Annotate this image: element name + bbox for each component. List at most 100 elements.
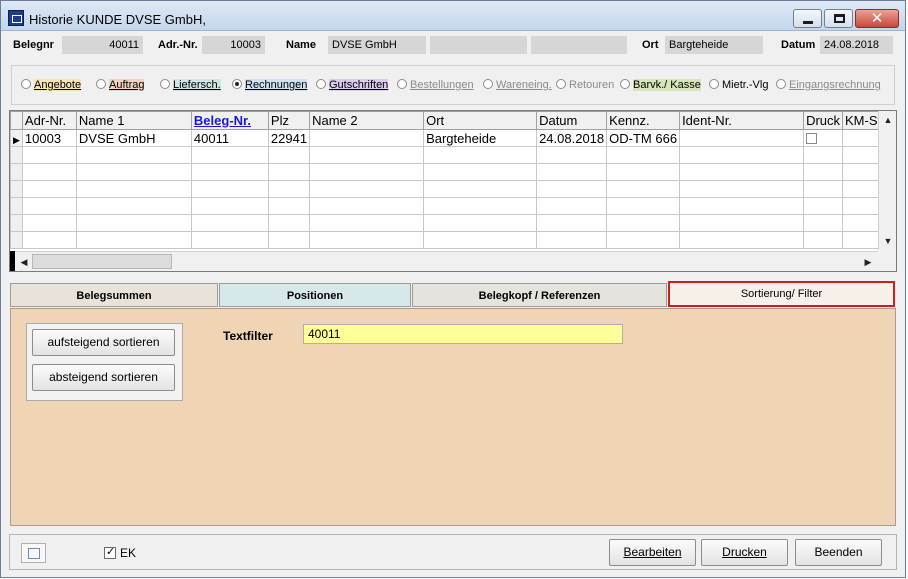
- ort-label: Ort: [642, 39, 659, 51]
- col-header-ort[interactable]: Ort: [423, 111, 538, 130]
- adrnr-label: Adr.-Nr.: [158, 39, 198, 51]
- cell-adrnr[interactable]: 10003: [21, 129, 77, 147]
- table-header-row: Adr-Nr. Name 1 Beleg-Nr. Plz Name 2 Ort …: [10, 111, 892, 130]
- tab-positionen[interactable]: Positionen: [219, 283, 411, 307]
- ort-field[interactable]: Bargteheide: [665, 36, 763, 54]
- cell-druck[interactable]: [803, 129, 844, 147]
- radio-rechnungen-dot: [232, 79, 242, 89]
- history-window: Historie KUNDE DVSE GmbH, ✕ Belegnr 4001…: [0, 0, 906, 578]
- name-label: Name: [286, 39, 316, 51]
- table-row-empty: [10, 231, 892, 249]
- col-header-adrnr[interactable]: Adr-Nr.: [21, 111, 77, 130]
- minimize-button[interactable]: [793, 9, 822, 28]
- scroll-right-icon[interactable]: ▶: [860, 254, 876, 270]
- scroll-left-icon[interactable]: ◀: [16, 254, 32, 270]
- col-header-datum[interactable]: Datum: [536, 111, 608, 130]
- tab-belegkopf-referenzen[interactable]: Belegkopf / Referenzen: [412, 283, 667, 307]
- datum-field[interactable]: 24.08.2018: [820, 36, 893, 54]
- radio-retouren: Retouren: [556, 79, 614, 91]
- table-row-empty: [10, 163, 892, 181]
- radio-retouren-dot: [556, 79, 566, 89]
- window-icon-button[interactable]: [21, 543, 46, 563]
- col-header-kennz[interactable]: Kennz.: [606, 111, 681, 130]
- col-header-identnr[interactable]: Ident-Nr.: [679, 111, 805, 130]
- vertical-scrollbar[interactable]: ▲ ▼: [878, 111, 896, 250]
- col-header-plz[interactable]: Plz: [267, 111, 311, 130]
- scrollbar-corner: [878, 250, 896, 271]
- radio-wareneingang: Wareneing.: [483, 79, 552, 91]
- ek-checkbox[interactable]: EK: [104, 545, 137, 560]
- col-header-name1[interactable]: Name 1: [75, 111, 192, 130]
- extra-field-1[interactable]: [430, 36, 527, 54]
- druck-checkbox[interactable]: [806, 132, 818, 144]
- ek-label: EK: [120, 546, 137, 560]
- row-indicator-header: [10, 111, 23, 130]
- drucken-button[interactable]: Drucken: [701, 539, 788, 566]
- scroll-down-icon[interactable]: ▼: [880, 233, 896, 249]
- table-row-empty: [10, 180, 892, 198]
- cell-kennz[interactable]: OD-TM 666: [606, 129, 681, 147]
- tab-belegsummen[interactable]: Belegsummen: [10, 283, 218, 307]
- radio-angebote[interactable]: Angebote: [21, 79, 82, 91]
- history-grid[interactable]: Adr-Nr. Name 1 Beleg-Nr. Plz Name 2 Ort …: [9, 110, 897, 272]
- cell-datum[interactable]: 24.08.2018: [536, 129, 608, 147]
- sort-descending-button[interactable]: absteigend sortieren: [32, 364, 175, 391]
- app-icon: [8, 10, 24, 26]
- bearbeiten-button[interactable]: Bearbeiten: [609, 539, 696, 566]
- ek-checkbox-box[interactable]: [104, 545, 116, 559]
- radio-barverkauf-kasse[interactable]: Barvk./ Kasse: [620, 79, 701, 91]
- radio-wareneingang-dot: [483, 79, 493, 89]
- close-button[interactable]: ✕: [855, 9, 899, 28]
- datum-label: Datum: [781, 39, 816, 51]
- cell-identnr[interactable]: [679, 129, 805, 147]
- cell-plz[interactable]: 22941: [267, 129, 311, 147]
- cell-ort[interactable]: Bargteheide: [423, 129, 538, 147]
- history-table: Adr-Nr. Name 1 Beleg-Nr. Plz Name 2 Ort …: [10, 111, 892, 249]
- radio-eingangsrechnung: Eingangsrechnung: [776, 79, 881, 91]
- bottom-toolbar: EK Bearbeiten Drucken Beenden: [9, 534, 897, 570]
- window-title: Historie KUNDE DVSE GmbH,: [29, 12, 206, 27]
- table-row-empty: [10, 197, 892, 215]
- belegnr-field[interactable]: 40011: [62, 36, 143, 54]
- cell-belegnr[interactable]: 40011: [190, 129, 269, 147]
- maximize-button[interactable]: [824, 9, 853, 28]
- radio-lieferschein[interactable]: Liefersch.: [160, 79, 221, 91]
- maximize-icon: [834, 14, 845, 23]
- horizontal-scroll-thumb[interactable]: [32, 254, 172, 269]
- cell-name1[interactable]: DVSE GmbH: [75, 129, 192, 147]
- title-bar: Historie KUNDE DVSE GmbH, ✕: [1, 1, 905, 31]
- tab-sortierung-filter[interactable]: Sortierung/ Filter: [668, 281, 895, 307]
- radio-auftrag-dot: [96, 79, 106, 89]
- textfilter-label: Textfilter: [223, 329, 273, 343]
- extra-field-2[interactable]: [531, 36, 627, 54]
- scroll-up-icon[interactable]: ▲: [880, 112, 896, 128]
- table-row-empty: [10, 146, 892, 164]
- horizontal-scrollbar[interactable]: ◀ ▶: [10, 251, 878, 271]
- textfilter-input[interactable]: 40011: [303, 324, 623, 344]
- close-icon: ✕: [870, 9, 884, 27]
- radio-bestellungen: Bestellungen: [397, 79, 474, 91]
- radio-mietvertrag[interactable]: Mietr.-Vlg: [709, 79, 768, 91]
- scrollbar-left-edge: [10, 251, 15, 271]
- radio-eingangsrechnung-dot: [776, 79, 786, 89]
- radio-rechnungen[interactable]: Rechnungen: [232, 79, 308, 91]
- table-row[interactable]: ▶ 10003 DVSE GmbH 40011 22941 Bargteheid…: [10, 129, 892, 147]
- row-indicator: ▶: [10, 129, 23, 147]
- name-field[interactable]: DVSE GmbH: [328, 36, 426, 54]
- radio-bestellungen-dot: [397, 79, 407, 89]
- sort-ascending-button[interactable]: aufsteigend sortieren: [32, 329, 175, 356]
- radio-auftrag[interactable]: Auftrag: [96, 79, 145, 91]
- radio-angebote-dot: [21, 79, 31, 89]
- radio-lieferschein-dot: [160, 79, 170, 89]
- col-header-belegnr[interactable]: Beleg-Nr.: [190, 111, 269, 130]
- sort-filter-panel: aufsteigend sortieren absteigend sortier…: [10, 308, 896, 526]
- col-header-druck[interactable]: Druck: [803, 111, 844, 130]
- radio-gutschriften[interactable]: Gutschriften: [316, 79, 389, 91]
- table-row-empty: [10, 214, 892, 232]
- minimize-icon: [803, 21, 813, 24]
- adrnr-field[interactable]: 10003: [202, 36, 265, 54]
- cell-name2[interactable]: [309, 129, 425, 147]
- col-header-name2[interactable]: Name 2: [309, 111, 425, 130]
- beenden-button[interactable]: Beenden: [795, 539, 882, 566]
- radio-gutschriften-dot: [316, 79, 326, 89]
